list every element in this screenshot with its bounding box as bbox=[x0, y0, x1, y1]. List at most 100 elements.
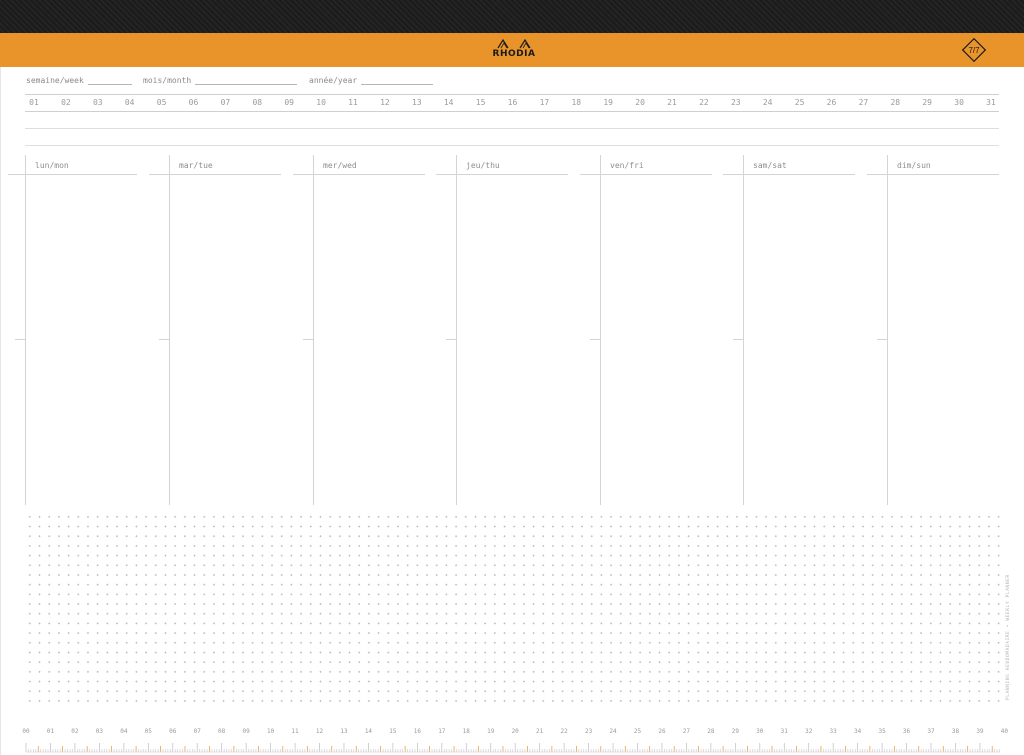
month-day-number[interactable]: 15 bbox=[471, 98, 491, 107]
ruler-number: 31 bbox=[780, 728, 788, 735]
column-header-line bbox=[293, 174, 425, 175]
ruler-number: 28 bbox=[707, 728, 715, 735]
column-header-line bbox=[436, 174, 568, 175]
month-day-number[interactable]: 02 bbox=[56, 98, 76, 107]
month-write-line[interactable] bbox=[195, 76, 298, 85]
ruler-number: 07 bbox=[193, 728, 201, 735]
month-day-number[interactable]: 29 bbox=[917, 98, 937, 107]
month-day-number[interactable]: 16 bbox=[503, 98, 523, 107]
month-day-number[interactable]: 20 bbox=[630, 98, 650, 107]
ruler-number: 15 bbox=[389, 728, 397, 735]
column-midpoint-tick bbox=[877, 339, 887, 340]
month-day-number[interactable]: 23 bbox=[726, 98, 746, 107]
month-day-number[interactable]: 04 bbox=[120, 98, 140, 107]
year-field[interactable]: année/year bbox=[309, 76, 434, 85]
ruler-number: 17 bbox=[438, 728, 446, 735]
ruler-number: 20 bbox=[511, 728, 519, 735]
column-midpoint-tick bbox=[446, 339, 456, 340]
ruler-number: 36 bbox=[902, 728, 911, 735]
ruler-number: 29 bbox=[731, 728, 739, 735]
ruler-number: 34 bbox=[854, 728, 862, 735]
rhodia-logo: RHODIA bbox=[486, 38, 542, 62]
notes-line-1 bbox=[25, 128, 999, 129]
month-day-number[interactable]: 10 bbox=[311, 98, 331, 107]
ruler-number: 23 bbox=[584, 728, 593, 735]
ruler-number: 03 bbox=[95, 728, 103, 735]
ruler-ticks bbox=[25, 743, 1000, 753]
ruler-number: 10 bbox=[266, 728, 275, 735]
ruler-number: 13 bbox=[340, 728, 348, 735]
week-write-line[interactable] bbox=[87, 76, 132, 85]
column-midpoint-tick bbox=[590, 339, 600, 340]
day-column-label: lun/mon bbox=[35, 161, 69, 170]
month-day-number[interactable]: 03 bbox=[88, 98, 108, 107]
badge-icon: 7/7 bbox=[961, 37, 987, 63]
month-day-number[interactable]: 13 bbox=[407, 98, 427, 107]
ruler-number: 22 bbox=[560, 728, 568, 735]
ruler-number: 27 bbox=[682, 728, 691, 735]
month-day-number[interactable]: 18 bbox=[566, 98, 586, 107]
day-column-label: ven/fri bbox=[610, 161, 644, 170]
month-day-number[interactable]: 14 bbox=[439, 98, 459, 107]
ruler-number: 01 bbox=[46, 728, 55, 735]
ruler-number: 18 bbox=[462, 728, 470, 735]
month-day-number[interactable]: 30 bbox=[949, 98, 969, 107]
pad-binding-strip bbox=[0, 0, 1024, 33]
month-day-number[interactable]: 25 bbox=[790, 98, 810, 107]
ruler-number: 30 bbox=[756, 728, 764, 735]
ruler-number: 04 bbox=[120, 728, 128, 735]
column-header-line bbox=[580, 174, 712, 175]
month-day-number[interactable]: 01 bbox=[24, 98, 44, 107]
ruler-number: 05 bbox=[144, 728, 152, 735]
month-day-number[interactable]: 09 bbox=[279, 98, 299, 107]
month-day-number[interactable]: 17 bbox=[534, 98, 554, 107]
ruler-number: 35 bbox=[878, 728, 886, 735]
month-day-number[interactable]: 31 bbox=[981, 98, 1001, 107]
dot-grid-area[interactable] bbox=[25, 512, 1001, 707]
ruler-number: 32 bbox=[805, 728, 813, 735]
month-day-number[interactable]: 05 bbox=[152, 98, 172, 107]
month-day-number[interactable]: 19 bbox=[598, 98, 618, 107]
column-header-line bbox=[149, 174, 281, 175]
column-midpoint-tick bbox=[15, 339, 25, 340]
month-day-number[interactable]: 21 bbox=[662, 98, 682, 107]
column-divider bbox=[887, 155, 888, 505]
month-field[interactable]: mois/month bbox=[143, 76, 298, 85]
month-day-number[interactable]: 08 bbox=[247, 98, 267, 107]
ruler-number: 09 bbox=[242, 728, 250, 735]
month-day-number[interactable]: 12 bbox=[375, 98, 395, 107]
header-fields: semaine/week mois/month année/year bbox=[26, 76, 446, 88]
column-divider bbox=[743, 155, 744, 505]
month-day-number[interactable]: 11 bbox=[343, 98, 363, 107]
column-header-line bbox=[723, 174, 855, 175]
ruler-number: 25 bbox=[633, 728, 642, 735]
month-day-number[interactable]: 27 bbox=[853, 98, 873, 107]
column-divider bbox=[600, 155, 601, 505]
ruler-number: 38 bbox=[951, 728, 960, 735]
month-day-number[interactable]: 24 bbox=[758, 98, 778, 107]
month-day-number[interactable]: 26 bbox=[822, 98, 842, 107]
week-field[interactable]: semaine/week bbox=[26, 76, 132, 85]
ruler-number: 37 bbox=[927, 728, 935, 735]
column-midpoint-tick bbox=[159, 339, 169, 340]
week-label: semaine/week bbox=[26, 76, 84, 85]
month-days-row: 01 02 03 04 05 06 07 08 09 10 11 12 13 14 15 16 17 18 19 20… bbox=[25, 94, 999, 112]
column-divider bbox=[25, 155, 26, 505]
badge-text: 7/7 bbox=[968, 46, 980, 55]
column-header-line bbox=[867, 174, 999, 175]
ruler-number: 21 bbox=[536, 728, 544, 735]
ruler-number: 14 bbox=[364, 728, 373, 735]
column-divider bbox=[456, 155, 457, 505]
year-write-line[interactable] bbox=[361, 76, 434, 85]
rhodia-logo-icon bbox=[497, 38, 531, 49]
month-label: mois/month bbox=[143, 76, 192, 85]
ruler-number: 26 bbox=[658, 728, 666, 735]
ruler-number: 02 bbox=[71, 728, 79, 735]
month-day-number[interactable]: 22 bbox=[694, 98, 714, 107]
day-column-label: jeu/thu bbox=[466, 161, 500, 170]
month-day-number[interactable]: 28 bbox=[885, 98, 905, 107]
month-day-number[interactable]: 06 bbox=[184, 98, 204, 107]
month-day-number[interactable]: 07 bbox=[215, 98, 235, 107]
ruler-number: 39 bbox=[976, 728, 984, 735]
column-divider bbox=[313, 155, 314, 505]
